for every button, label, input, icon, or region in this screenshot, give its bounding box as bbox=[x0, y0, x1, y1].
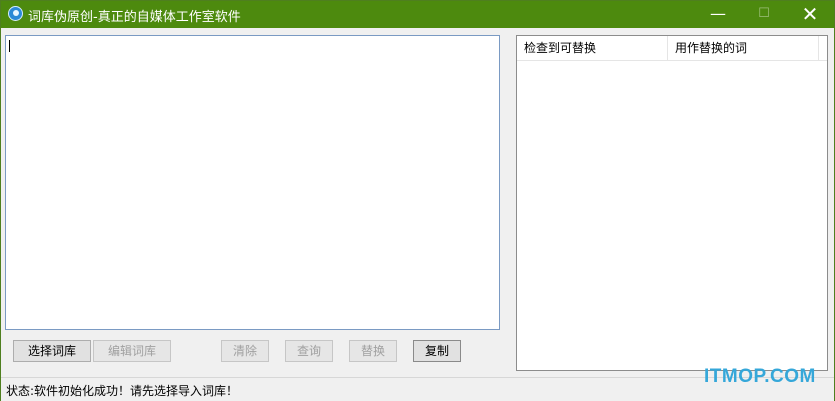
source-text-input[interactable] bbox=[5, 35, 500, 330]
replacement-list[interactable]: 检查到可替换 用作替换的词 bbox=[516, 35, 828, 371]
maximize-button[interactable]: ☐ bbox=[741, 1, 787, 28]
clear-button[interactable]: 清除 bbox=[221, 340, 269, 362]
minimize-button[interactable]: — bbox=[695, 1, 741, 28]
app-window: 词库伪原创-真正的自媒体工作室软件 — ☐ ✕ 检查到可替换 用作替换的词 选择… bbox=[0, 0, 835, 401]
column-header-replacement[interactable]: 用作替换的词 bbox=[668, 36, 819, 60]
close-button[interactable]: ✕ bbox=[787, 1, 833, 28]
select-library-button[interactable]: 选择词库 bbox=[13, 340, 91, 362]
status-text: 状态:软件初始化成功！请先选择导入词库！ bbox=[6, 384, 239, 398]
watermark-logo: ITMOP.COM bbox=[704, 366, 816, 387]
replace-button[interactable]: 替换 bbox=[349, 340, 397, 362]
column-header-found[interactable]: 检查到可替换 bbox=[517, 36, 668, 60]
app-logo-icon bbox=[8, 6, 23, 21]
query-button[interactable]: 查询 bbox=[285, 340, 333, 362]
copy-button[interactable]: 复制 bbox=[413, 340, 461, 362]
title-bar[interactable]: 词库伪原创-真正的自媒体工作室软件 — ☐ ✕ bbox=[1, 1, 834, 28]
text-caret bbox=[9, 40, 10, 52]
edit-library-button[interactable]: 编辑词库 bbox=[93, 340, 171, 362]
window-title: 词库伪原创-真正的自媒体工作室软件 bbox=[28, 10, 241, 25]
list-header: 检查到可替换 用作替换的词 bbox=[517, 36, 827, 61]
